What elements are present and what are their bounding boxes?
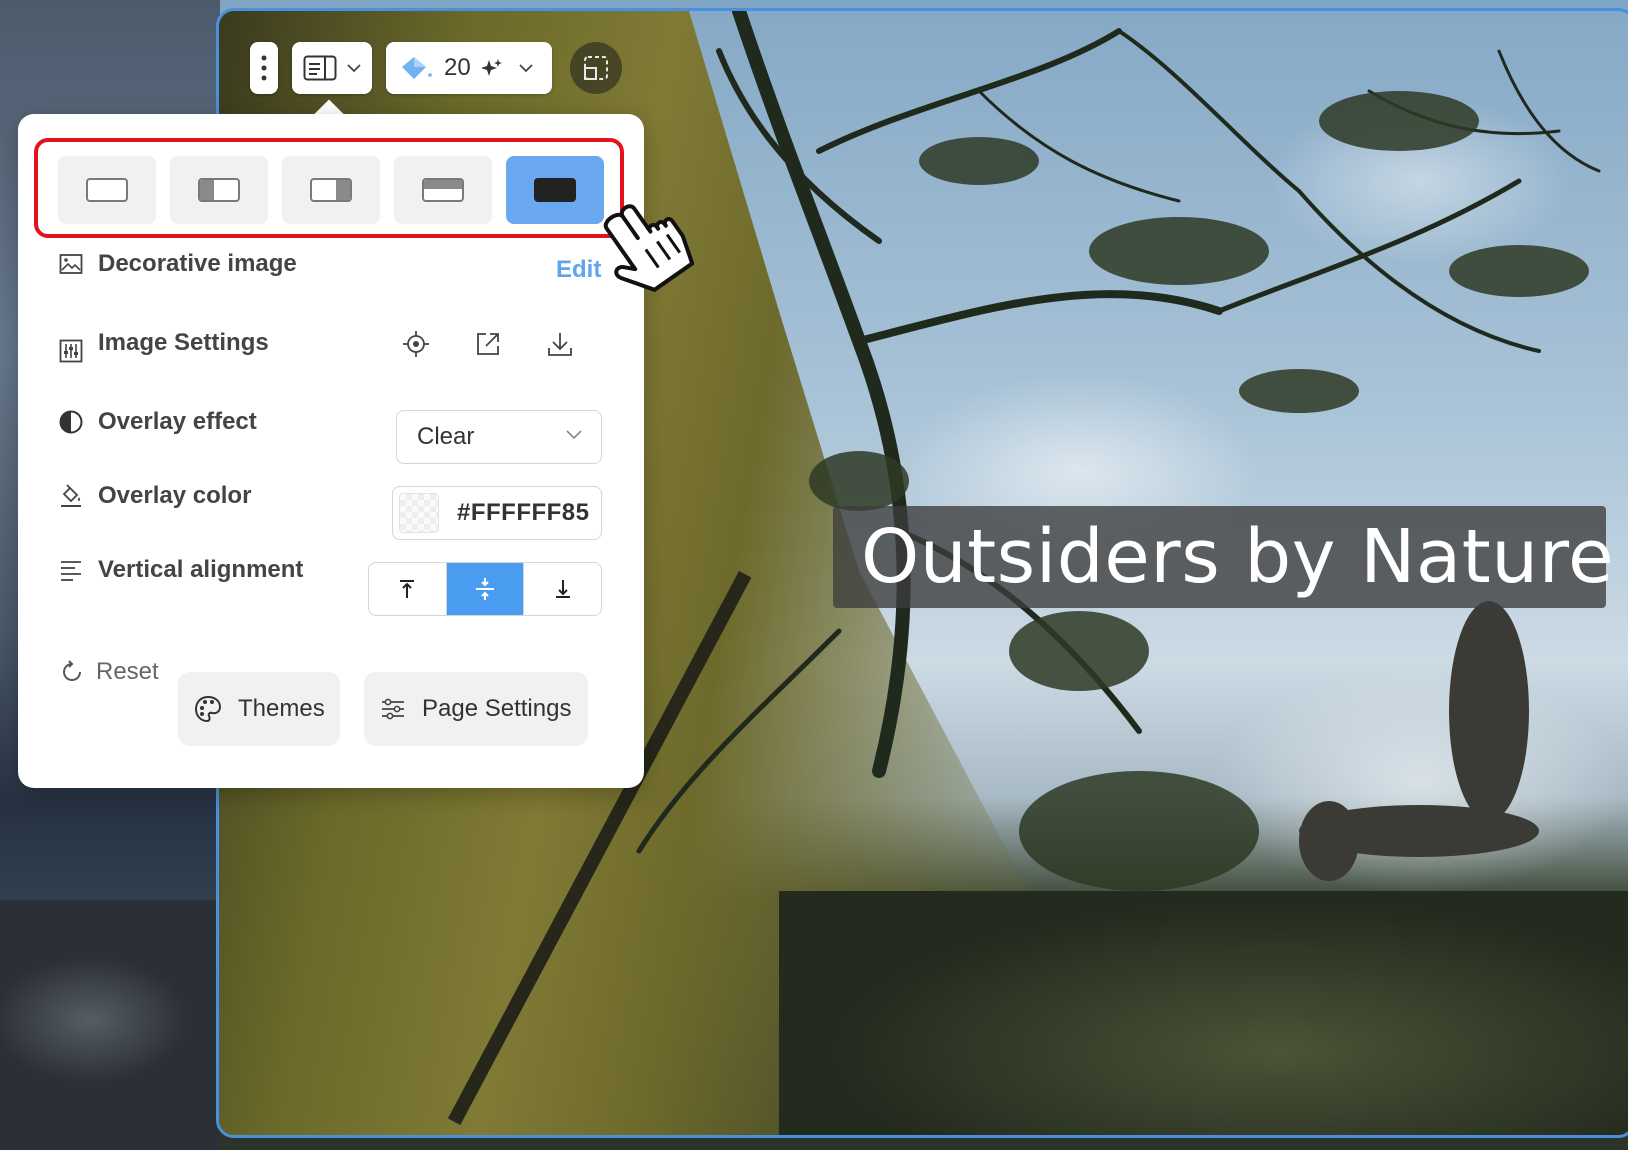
layout-option-image-right[interactable] — [282, 156, 380, 224]
image-icon — [59, 254, 83, 274]
layout-left-icon — [198, 178, 240, 202]
contrast-icon — [59, 410, 83, 434]
overlay-color-value: #FFFFFF85 — [457, 499, 590, 526]
download-icon[interactable] — [546, 330, 574, 358]
align-lines-icon — [61, 561, 81, 581]
overlay-effect-row: Overlay effect — [58, 408, 257, 436]
sparkle-gem-icon — [402, 57, 432, 79]
vertical-alignment-label: Vertical alignment — [98, 556, 304, 583]
layout-right-icon — [310, 178, 352, 202]
vertical-dots-icon — [261, 55, 267, 81]
image-settings-label: Image Settings — [98, 329, 269, 356]
crop-button[interactable] — [570, 42, 622, 94]
page-settings-label: Page Settings — [422, 695, 572, 722]
image-settings-row: Image Settings — [58, 322, 269, 364]
align-bottom-icon — [555, 580, 570, 598]
align-top-button[interactable] — [369, 563, 447, 615]
palette-icon — [194, 695, 222, 723]
align-middle-button[interactable] — [446, 563, 525, 615]
layout-banner-icon — [422, 178, 464, 202]
reset-label: Reset — [96, 658, 159, 685]
vertical-alignment-row: Vertical alignment — [58, 556, 303, 584]
settings-sliders-icon — [382, 698, 404, 720]
layout-option-image-left[interactable] — [170, 156, 268, 224]
overlay-effect-select[interactable]: Clear — [396, 410, 602, 464]
decorative-image-label: Decorative image — [98, 250, 297, 277]
color-swatch[interactable] — [399, 493, 439, 533]
reset-button[interactable]: Reset — [60, 658, 159, 686]
chevron-down-icon — [566, 430, 582, 440]
reset-icon — [63, 660, 81, 681]
page-settings-button[interactable]: Page Settings — [364, 672, 588, 746]
decorative-image-row: Decorative image — [58, 250, 297, 278]
sparkle-icon — [480, 59, 502, 76]
align-middle-icon — [476, 578, 494, 600]
layout-icon — [303, 55, 337, 81]
overlay-effect-value: Clear — [417, 423, 475, 450]
hand-pointer-icon — [603, 204, 695, 292]
layout-frame-icon — [86, 178, 128, 202]
overlay-color-row: Overlay color — [58, 482, 251, 510]
image-options-panel: Decorative image Edit Image Settings Ove… — [18, 114, 644, 788]
chevron-down-icon — [347, 64, 361, 73]
sliders-box-icon — [59, 339, 83, 363]
layout-full-icon — [534, 178, 576, 202]
layout-dropdown-button[interactable] — [292, 42, 372, 94]
credits-count: 20 — [444, 54, 471, 81]
image-actions — [402, 330, 574, 358]
overlay-color-field[interactable]: #FFFFFF85 — [392, 486, 602, 540]
crop-frame-icon — [584, 56, 608, 80]
vertical-alignment-control — [368, 562, 602, 616]
ai-credits-dropdown[interactable]: 20 — [386, 42, 552, 94]
focal-point-icon[interactable] — [402, 330, 430, 358]
align-bottom-button[interactable] — [524, 563, 601, 615]
paint-bucket-icon — [61, 484, 81, 507]
align-top-icon — [400, 580, 415, 598]
open-external-icon[interactable] — [474, 330, 502, 358]
themes-button[interactable]: Themes — [178, 672, 340, 746]
more-options-button[interactable] — [250, 42, 278, 94]
overlay-color-label: Overlay color — [98, 482, 252, 509]
layout-options — [58, 156, 604, 224]
layout-option-banner[interactable] — [394, 156, 492, 224]
layout-option-frame[interactable] — [58, 156, 156, 224]
themes-label: Themes — [238, 695, 325, 722]
overlay-effect-label: Overlay effect — [98, 408, 257, 435]
chevron-down-icon — [519, 64, 533, 73]
slide-headline[interactable]: Outsiders by Nature — [833, 506, 1614, 608]
